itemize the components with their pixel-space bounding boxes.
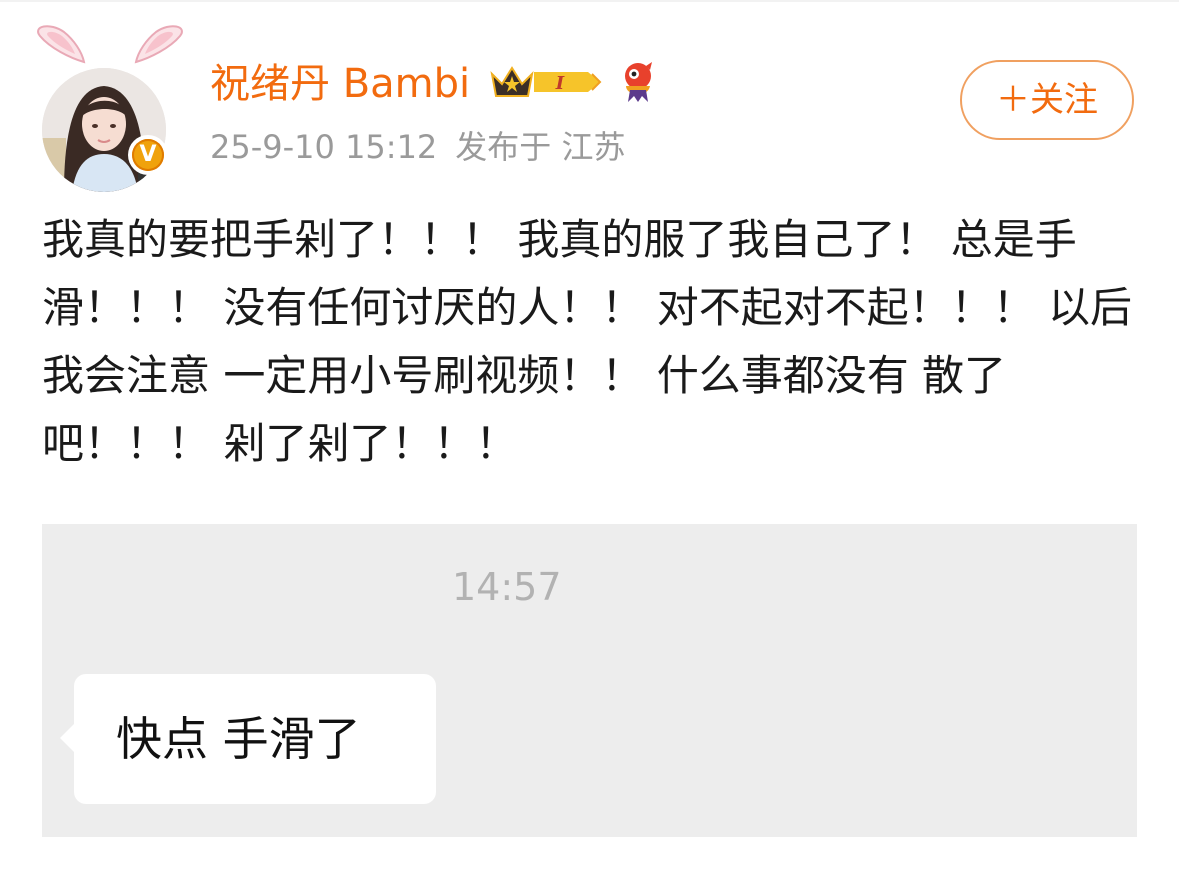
post-timestamp: 25-9-10 15:12 xyxy=(210,128,438,166)
chat-message-bubble: 快点 手滑了 xyxy=(60,674,436,804)
membership-level: I xyxy=(555,73,565,94)
mascot-icon xyxy=(625,62,652,102)
verified-badge-letter: V xyxy=(132,139,164,171)
chat-message-text: 快点 手滑了 xyxy=(116,712,361,766)
post-location: 发布于 江苏 xyxy=(455,128,626,166)
chat-timestamp: 14:57 xyxy=(452,565,562,609)
verified-badge-icon: V xyxy=(128,135,168,175)
follow-button[interactable]: ＋关注 xyxy=(960,60,1134,140)
author-avatar-group[interactable]: V xyxy=(30,22,190,192)
crown-level-icon[interactable]: I xyxy=(488,60,606,104)
top-divider xyxy=(0,0,1179,2)
post-meta: 25-9-10 15:12 发布于 江苏 xyxy=(210,125,625,169)
attached-chat-image[interactable]: 14:57 快点 手滑了 xyxy=(42,524,1137,837)
post-content: 我真的要把手剁了！！！ 我真的服了我自己了！ 总是手滑！！！ 没有任何讨厌的人！… xyxy=(42,215,1133,468)
author-name[interactable]: 祝绪丹 Bambi xyxy=(210,58,470,110)
